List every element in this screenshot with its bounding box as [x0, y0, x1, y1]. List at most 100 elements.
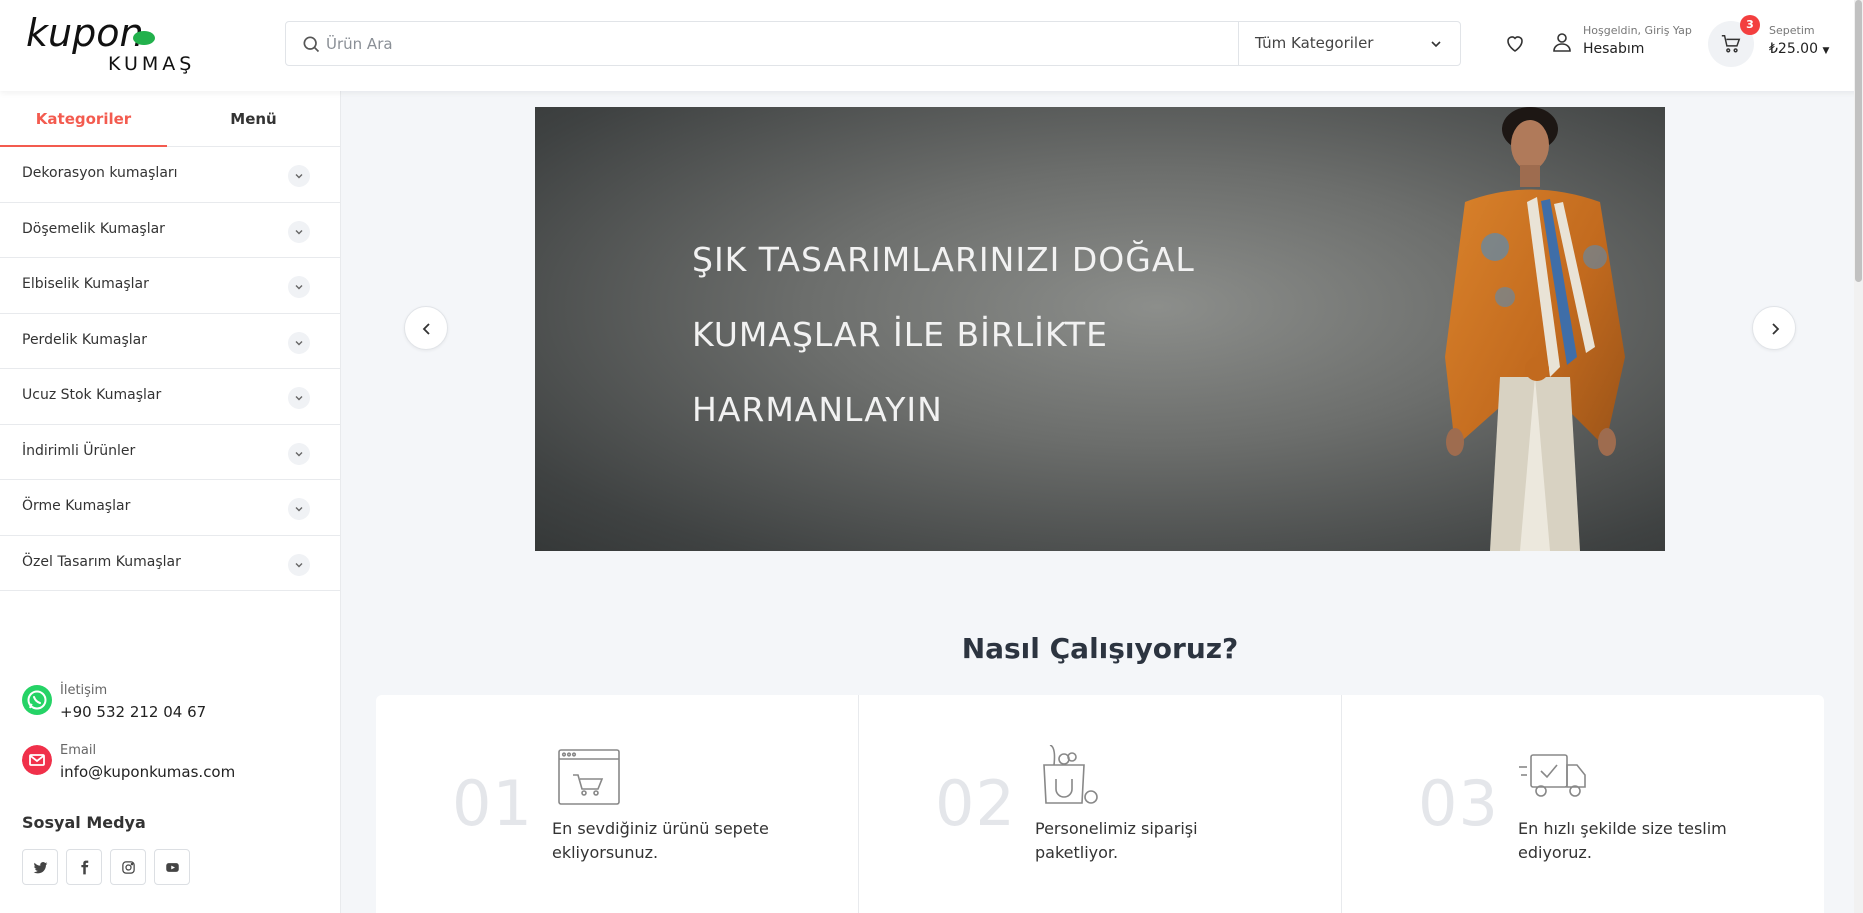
- category-select-label: Tüm Kategoriler: [1255, 34, 1374, 52]
- search-icon: [303, 36, 320, 53]
- cart-total: ₺25.00 ▼: [1769, 38, 1829, 62]
- category-item[interactable]: Ucuz Stok Kumaşlar: [0, 369, 340, 425]
- cart-summary[interactable]: Sepetim ₺25.00 ▼: [1769, 24, 1829, 62]
- step-card: 03 En hızlı şekilde size teslim ediyoruz…: [1341, 695, 1823, 913]
- sidebar-tabs: Kategoriler Menü: [0, 91, 340, 147]
- model-figure-image: [1445, 107, 1625, 551]
- social-media-title: Sosyal Medya: [22, 813, 146, 832]
- hero-line: HARMANLAYIN: [692, 390, 943, 429]
- account-greeting: Hoşgeldin, Giriş Yap: [1583, 24, 1692, 37]
- cart-icon: [1721, 35, 1741, 53]
- shopping-bag-icon: [1043, 745, 1098, 804]
- hero-line: KUMAŞLAR İLE BİRLİKTE: [692, 315, 1109, 354]
- chevron-down-icon: [295, 562, 303, 567]
- caret-down-icon: ▼: [1822, 46, 1830, 56]
- category-item[interactable]: Döşemelik Kumaşlar: [0, 203, 340, 258]
- category-expand-toggle[interactable]: [288, 165, 310, 187]
- twitter-icon: [33, 862, 48, 874]
- tab-categories[interactable]: Kategoriler: [0, 91, 167, 147]
- category-item[interactable]: Özel Tasarım Kumaşlar: [0, 536, 340, 591]
- chevron-left-icon: [422, 323, 430, 335]
- category-item-label: İndirimli Ürünler: [22, 442, 136, 459]
- step-description: Personelimiz siparişi paketliyor.: [1035, 819, 1198, 862]
- category-list: Dekorasyon kumaşları Döşemelik Kumaşlar …: [0, 147, 340, 591]
- step-card: 02 Personelimiz siparişi paketliyor.: [858, 695, 1340, 913]
- tab-menu[interactable]: Menü: [170, 91, 337, 147]
- contact-phone-label: İletişim: [60, 683, 108, 698]
- chevron-down-icon: [1431, 41, 1441, 48]
- chevron-down-icon: [295, 174, 303, 179]
- category-expand-toggle[interactable]: [288, 387, 310, 409]
- account-label: Hesabım: [1583, 41, 1645, 57]
- carousel-prev-button[interactable]: [404, 306, 448, 350]
- whatsapp-icon: [22, 685, 52, 715]
- carousel-next-button[interactable]: [1752, 306, 1796, 350]
- step-number: 02: [935, 767, 1016, 840]
- category-item-label: Döşemelik Kumaşlar: [22, 220, 165, 237]
- category-select[interactable]: Tüm Kategoriler: [1238, 22, 1460, 65]
- hero-headline: ŞIK TASARIMLARINIZI DOĞAL KUMAŞLAR İLE B…: [692, 222, 1292, 447]
- contact-info: İletişim +90 532 212 04 67 Email info@ku…: [22, 683, 322, 803]
- category-expand-toggle[interactable]: [288, 553, 310, 576]
- delivery-truck-icon: [1519, 754, 1586, 797]
- browser-cart-icon: [558, 749, 620, 805]
- instagram-icon: [122, 861, 135, 874]
- category-item[interactable]: Perdelik Kumaşlar: [0, 314, 340, 369]
- contact-email-label: Email: [60, 743, 97, 758]
- contact-email-value: info@kuponkumas.com: [60, 763, 236, 781]
- facebook-icon: [81, 860, 89, 875]
- section-title: Nasıl Çalışıyoruz?: [961, 632, 1239, 665]
- contact-phone[interactable]: İletişim +90 532 212 04 67: [22, 683, 322, 743]
- user-icon: [1553, 33, 1571, 52]
- heart-icon[interactable]: [1503, 31, 1527, 55]
- cart-button[interactable]: 3: [1708, 15, 1760, 67]
- category-item-label: Elbiselik Kumaşlar: [22, 276, 149, 292]
- twitter-button[interactable]: [22, 849, 58, 885]
- search-bar: Tüm Kategoriler: [285, 21, 1461, 66]
- chevron-down-icon: [295, 451, 303, 456]
- site-header: kupon KUMAŞ Tüm Kategoriler Hoşgeldin, G…: [0, 0, 1863, 91]
- step-card: 01 En sevdiğiniz ürünü sepete ekliyorsun…: [376, 695, 858, 913]
- category-item[interactable]: Elbiselik Kumaşlar: [0, 258, 340, 314]
- cart-count-badge: 3: [1740, 15, 1760, 35]
- category-item[interactable]: İndirimli Ürünler: [0, 425, 340, 480]
- sidebar: Kategoriler Menü Dekorasyon kumaşları Dö…: [0, 91, 341, 913]
- category-item[interactable]: Dekorasyon kumaşları: [0, 147, 340, 203]
- scrollbar-thumb[interactable]: [1855, 0, 1862, 282]
- cart-label: Sepetim: [1769, 24, 1815, 37]
- chevron-right-icon: [1772, 323, 1780, 335]
- cart-total-value: ₺25.00: [1769, 41, 1818, 57]
- facebook-button[interactable]: [66, 849, 102, 885]
- category-expand-toggle[interactable]: [288, 220, 310, 243]
- youtube-icon: [166, 863, 179, 872]
- chevron-down-icon: [295, 285, 303, 290]
- category-expand-toggle[interactable]: [288, 442, 310, 465]
- instagram-button[interactable]: [110, 849, 146, 885]
- contact-email[interactable]: Email info@kuponkumas.com: [22, 743, 322, 803]
- svg-text:kupon: kupon: [26, 14, 144, 55]
- email-icon: [22, 745, 52, 775]
- chevron-down-icon: [295, 396, 303, 401]
- svg-text:KUMAŞ: KUMAŞ: [108, 53, 195, 74]
- contact-phone-value: +90 532 212 04 67: [60, 703, 207, 721]
- kupon-kumas-logo[interactable]: kupon KUMAŞ: [26, 14, 232, 74]
- category-item-label: Örme Kumaşlar: [22, 498, 131, 514]
- step-number: 03: [1418, 767, 1499, 840]
- chevron-down-icon: [295, 507, 303, 512]
- chevron-down-icon: [295, 229, 303, 234]
- category-expand-toggle[interactable]: [288, 276, 310, 298]
- youtube-button[interactable]: [154, 849, 190, 885]
- category-expand-toggle[interactable]: [288, 331, 310, 354]
- category-item-label: Dekorasyon kumaşları: [22, 165, 178, 181]
- hero-banner[interactable]: ŞIK TASARIMLARINIZI DOĞAL KUMAŞLAR İLE B…: [535, 107, 1665, 551]
- search-input[interactable]: [326, 22, 1106, 65]
- account-link[interactable]: Hoşgeldin, Giriş Yap Hesabım: [1583, 24, 1692, 60]
- category-item[interactable]: Örme Kumaşlar: [0, 480, 340, 536]
- category-expand-toggle[interactable]: [288, 498, 310, 520]
- step-number: 01: [452, 767, 533, 840]
- category-item-label: Özel Tasarım Kumaşlar: [22, 553, 181, 570]
- hero-line: ŞIK TASARIMLARINIZI DOĞAL: [692, 240, 1195, 279]
- steps-panel: 01 En sevdiğiniz ürünü sepete ekliyorsun…: [376, 695, 1824, 913]
- step-description: En hızlı şekilde size teslim ediyoruz.: [1518, 819, 1727, 862]
- step-description: En sevdiğiniz ürünü sepete ekliyorsunuz.: [552, 819, 769, 862]
